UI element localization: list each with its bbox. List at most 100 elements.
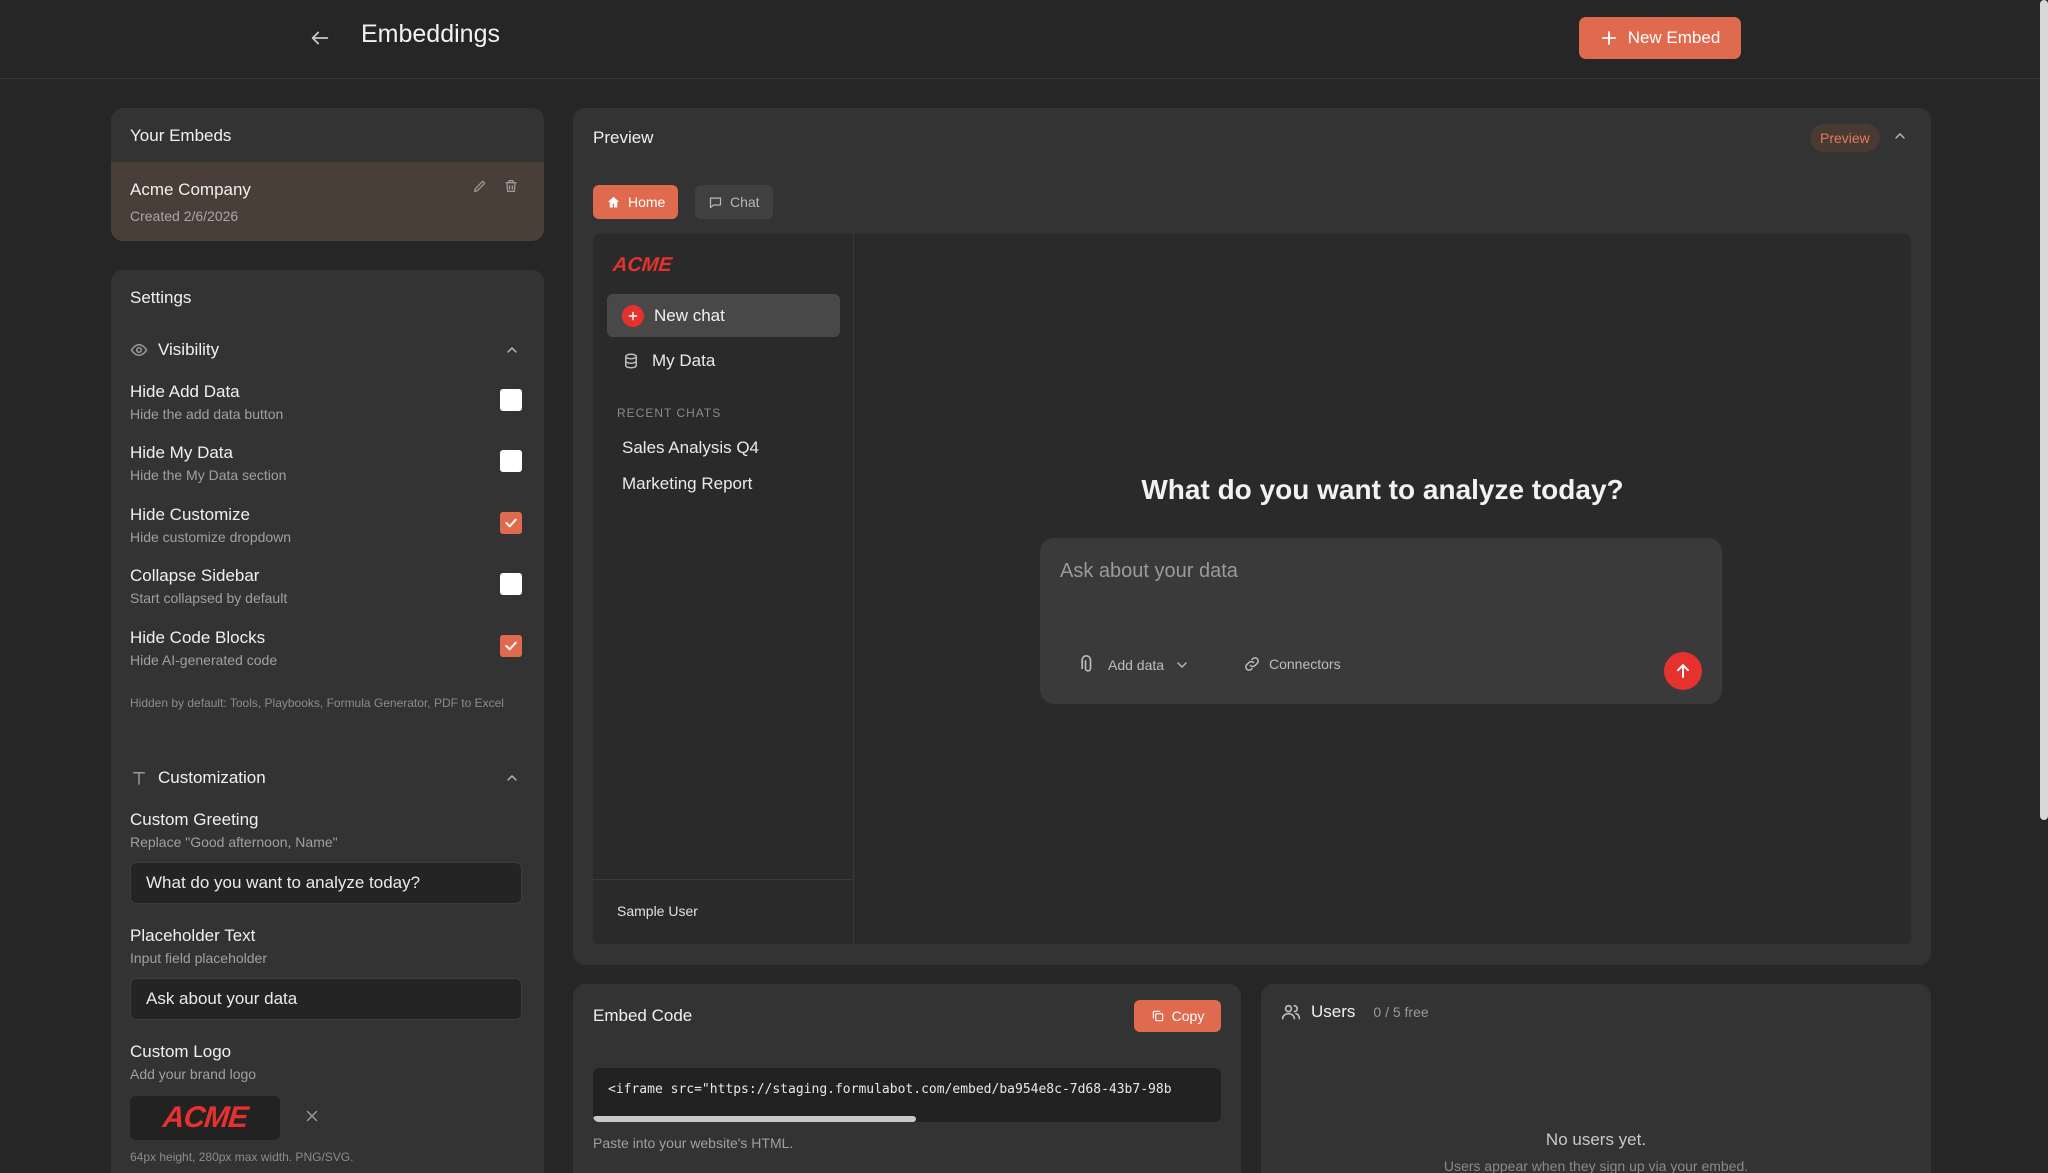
chevron-up-icon	[1895, 133, 1905, 139]
users-header: Users 0 / 5 free	[1281, 1002, 1429, 1022]
embeds-title: Your Embeds	[130, 126, 232, 145]
hide-my-data-checkbox[interactable]	[500, 450, 522, 472]
setting-hide-my-data: Hide My Data Hide the My Data section	[130, 443, 525, 491]
new-chat-button[interactable]: New chat	[607, 294, 840, 337]
new-embed-button[interactable]: New Embed	[1579, 17, 1741, 59]
preview-badge: Preview	[1810, 124, 1880, 152]
setting-desc: Hide the My Data section	[130, 467, 287, 483]
my-data-link[interactable]: My Data	[622, 351, 715, 371]
text-icon	[133, 772, 145, 785]
add-data-label: Add data	[1108, 657, 1165, 673]
app-sidebar: ACME New chat My Data RECENT CHATS Sales…	[593, 234, 854, 944]
settings-title: Settings	[130, 288, 192, 307]
pencil-icon	[474, 180, 486, 192]
preview-collapse-toggle[interactable]	[1892, 128, 1908, 149]
new-chat-label: New chat	[654, 305, 725, 325]
page-scrollbar[interactable]	[2040, 0, 2048, 820]
horizontal-scrollbar[interactable]	[593, 1116, 916, 1122]
checkmark-icon	[505, 641, 517, 651]
customization-title: Customization	[158, 768, 266, 787]
chat-composer: Add data Connectors	[1040, 538, 1722, 704]
users-empty-subtext: Users appear when they sign up via your …	[1443, 1158, 1749, 1173]
copy-button[interactable]: Copy	[1134, 1000, 1221, 1032]
connectors-label: Connectors	[1269, 656, 1341, 672]
setting-label: Hide Customize	[130, 505, 250, 524]
arrow-up-icon	[1677, 664, 1689, 678]
app-greeting: What do you want to analyze today?	[1141, 474, 1624, 505]
recent-chat-item[interactable]: Sales Analysis Q4	[622, 438, 759, 458]
logo-image: ACME	[161, 1101, 249, 1134]
users-title: Users	[1311, 1002, 1356, 1021]
app-logo: ACME	[611, 254, 674, 276]
top-bar: Embeddings New Embed	[0, 0, 2048, 79]
embed-item[interactable]: Acme Company Created 2/6/2026	[111, 162, 544, 241]
back-button[interactable]	[304, 22, 336, 54]
users-count: 0 / 5 free	[1373, 1004, 1429, 1020]
placeholder-text-input[interactable]	[130, 978, 522, 1020]
remove-logo-button[interactable]	[303, 1107, 321, 1130]
delete-embed-button[interactable]	[503, 178, 519, 199]
user-menu[interactable]: Sample User	[593, 879, 854, 944]
collapse-sidebar-checkbox[interactable]	[500, 573, 522, 595]
customization-collapse-toggle[interactable]	[504, 770, 520, 791]
eye-icon	[130, 343, 148, 357]
chevron-up-icon	[507, 775, 517, 781]
embed-code-box[interactable]: <iframe src="https://staging.formulabot.…	[593, 1068, 1221, 1122]
setting-hide-code-blocks: Hide Code Blocks Hide AI-generated code	[130, 628, 525, 676]
setting-label: Hide Code Blocks	[130, 628, 266, 647]
setting-label: Hide Add Data	[130, 382, 240, 401]
logo-label: Custom Logo	[130, 1042, 232, 1061]
embed-code-card: Embed Code Copy <iframe src="https://sta…	[573, 984, 1241, 1173]
embeds-card: Your Embeds Acme Company Created 2/6/202…	[111, 108, 544, 241]
custom-logo-preview[interactable]: ACME	[130, 1096, 280, 1140]
embed-app-preview: ACME New chat My Data RECENT CHATS Sales…	[593, 234, 1911, 944]
logo-hint: 64px height, 280px max width. PNG/SVG.	[130, 1150, 354, 1164]
visibility-title: Visibility	[158, 340, 220, 359]
user-name: Sample User	[617, 903, 698, 919]
edit-embed-button[interactable]	[472, 178, 488, 199]
preview-title: Preview	[593, 128, 654, 147]
chevron-down-icon	[1177, 662, 1187, 668]
visibility-section-header[interactable]: Visibility	[130, 340, 219, 360]
embed-code-hint: Paste into your website's HTML.	[593, 1135, 794, 1151]
paperclip-icon	[1081, 655, 1092, 672]
tab-chat-label: Chat	[730, 194, 760, 210]
database-icon	[625, 353, 637, 369]
tab-home[interactable]: Home	[593, 185, 679, 219]
custom-greeting-input[interactable]	[130, 862, 522, 904]
recent-chat-item[interactable]: Marketing Report	[622, 474, 752, 494]
tab-chat[interactable]: Chat	[695, 185, 773, 219]
hide-customize-checkbox[interactable]	[500, 512, 522, 534]
hide-add-data-checkbox[interactable]	[500, 389, 522, 411]
chat-input[interactable]	[1060, 560, 1680, 583]
setting-desc: Hide customize dropdown	[130, 529, 292, 545]
visibility-collapse-toggle[interactable]	[504, 342, 520, 363]
connectors-button[interactable]: Connectors	[1243, 655, 1341, 673]
recent-chats-heading: RECENT CHATS	[617, 406, 722, 420]
send-button[interactable]	[1664, 652, 1702, 690]
greeting-label: Custom Greeting	[130, 810, 259, 829]
customization-section-header[interactable]: Customization	[130, 768, 266, 788]
trash-icon	[505, 180, 517, 192]
link-icon	[1245, 657, 1259, 671]
setting-hide-customize: Hide Customize Hide customize dropdown	[130, 505, 525, 553]
home-icon	[607, 196, 620, 207]
copy-icon	[1152, 1010, 1163, 1022]
new-embed-label: New Embed	[1627, 28, 1721, 47]
hide-code-blocks-checkbox[interactable]	[500, 635, 522, 657]
embed-code-title: Embed Code	[593, 1006, 693, 1025]
setting-desc: Hide the add data button	[130, 406, 284, 422]
setting-collapse-sidebar: Collapse Sidebar Start collapsed by defa…	[130, 566, 525, 614]
placeholder-desc: Input field placeholder	[130, 950, 267, 966]
add-data-button[interactable]: Add data	[1078, 655, 1190, 675]
embed-name: Acme Company	[130, 180, 251, 199]
tab-home-label: Home	[628, 194, 666, 210]
logo-desc: Add your brand logo	[130, 1066, 257, 1082]
arrow-left-icon	[311, 31, 329, 45]
settings-card: Settings Visibility Hide Add Data Hide t…	[111, 270, 544, 1173]
plus-icon	[1601, 31, 1616, 45]
checkmark-icon	[505, 518, 517, 528]
close-icon	[306, 1110, 318, 1122]
page-title: Embeddings	[361, 20, 500, 48]
setting-desc: Start collapsed by default	[130, 590, 288, 606]
